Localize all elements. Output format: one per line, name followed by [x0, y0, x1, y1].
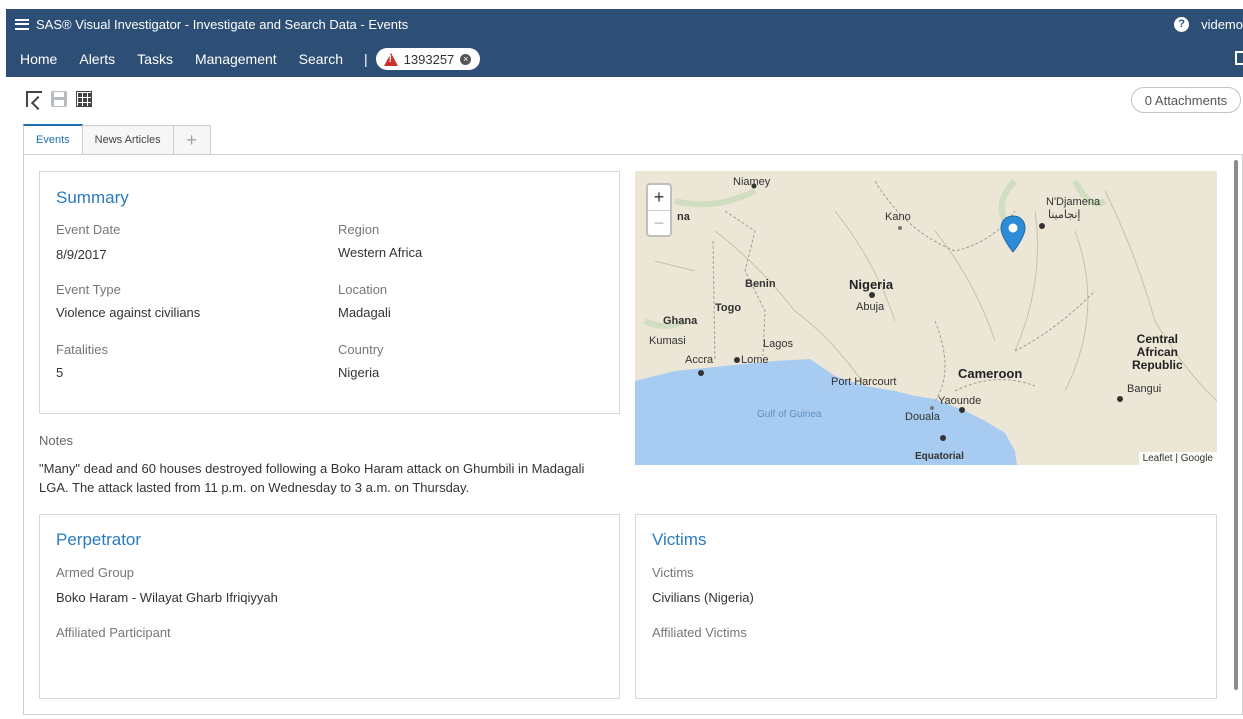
event-date-label: Event Date — [56, 222, 121, 237]
app-title: SAS® Visual Investigator - Investigate a… — [36, 16, 409, 32]
close-icon[interactable]: × — [460, 53, 472, 65]
armed-group-label: Armed Group — [56, 565, 135, 580]
panel-toggle-icon[interactable] — [1235, 51, 1243, 65]
alert-warning-icon — [383, 52, 398, 66]
map-label-abuja: Abuja — [856, 301, 885, 313]
map-label-cameroon: Cameroon — [958, 366, 1023, 381]
nav-tasks[interactable]: Tasks — [137, 51, 173, 67]
user-area: ? videmo — [1174, 9, 1243, 39]
nav-search[interactable]: Search — [299, 51, 343, 67]
tab-events[interactable]: Events — [23, 124, 83, 154]
map-label-accra: Accra — [685, 354, 714, 366]
tab-news-articles[interactable]: News Articles — [81, 125, 174, 154]
region-value: Western Africa — [338, 245, 423, 260]
notes-text: "Many" dead and 60 houses destroyed foll… — [39, 461, 585, 495]
zoom-out-button[interactable]: − — [648, 210, 670, 235]
zoom-in-button[interactable]: + — [648, 185, 670, 210]
map-label-niamey: Niamey — [733, 176, 771, 188]
event-map[interactable]: Niamey Kano N'Djamena إنجامينا na Nigeri… — [635, 171, 1217, 465]
tab-bar: Events News Articles + — [23, 124, 211, 154]
map-label-na: na — [677, 211, 690, 223]
map-label-car-line-3: Republic — [1132, 358, 1183, 372]
user-name[interactable]: videmo — [1201, 17, 1243, 32]
event-date-value: 8/9/2017 — [56, 247, 107, 262]
map-label-ghana: Ghana — [663, 315, 698, 327]
map-label-kumasi: Kumasi — [649, 335, 686, 347]
map-label-togo: Togo — [715, 302, 742, 314]
map-label-douala: Douala — [905, 411, 940, 423]
fatalities-value: 5 — [56, 365, 64, 380]
victims-label: Victims — [652, 565, 694, 580]
fatalities-label: Fatalities — [56, 342, 109, 357]
main-nav: Home Alerts Tasks Management Search | 13… — [6, 45, 1243, 73]
nav-separator: | — [364, 51, 368, 67]
layout-icon[interactable] — [76, 91, 92, 107]
map-marker-icon[interactable] — [1000, 215, 1026, 253]
map-label-ndjamena: N'Djamena — [1046, 196, 1101, 208]
map-label-car-line-1: Central — [1136, 332, 1178, 346]
perpetrator-title: Perpetrator — [56, 530, 142, 549]
title-bar: SAS® Visual Investigator - Investigate a… — [6, 9, 1243, 39]
victims-card: Victims Victims Civilians (Nigeria) Affi… — [635, 514, 1217, 699]
hamburger-menu-icon[interactable] — [15, 18, 29, 30]
map-label-lagos: Lagos — [763, 338, 793, 350]
attachments-button[interactable]: 0 Attachments — [1131, 87, 1241, 113]
map-label-gulf: Gulf of Guinea — [757, 409, 822, 420]
map-label-lome: Lome — [741, 354, 769, 366]
map-attribution[interactable]: Leaflet | Google — [1138, 452, 1217, 465]
map-zoom-control: + − — [646, 183, 672, 237]
region-label: Region — [338, 222, 380, 237]
select-icon[interactable] — [26, 91, 42, 107]
map-label-kano: Kano — [885, 211, 911, 223]
location-value: Madagali — [338, 305, 391, 320]
summary-title: Summary — [56, 188, 129, 207]
perpetrator-card: Perpetrator Armed Group Boko Haram - Wil… — [39, 514, 620, 699]
event-type-label: Event Type — [56, 282, 121, 297]
app-header: SAS® Visual Investigator - Investigate a… — [6, 9, 1243, 77]
armed-group-value: Boko Haram - Wilayat Gharb Ifriqiyyah — [56, 590, 278, 605]
victims-title: Victims — [652, 530, 707, 549]
map-label-yaounde: Yaounde — [938, 395, 982, 407]
notes-label: Notes — [39, 433, 73, 448]
map-label-ndjamena-ar: إنجامينا — [1048, 209, 1081, 221]
nav-management[interactable]: Management — [195, 51, 277, 67]
map-label-nigeria: Nigeria — [849, 277, 894, 292]
map-label-equatorial: Equatorial — [915, 451, 964, 462]
map-label-bangui: Bangui — [1127, 383, 1162, 395]
help-icon[interactable]: ? — [1174, 16, 1190, 32]
nav-home[interactable]: Home — [20, 51, 57, 67]
affiliated-victims-label: Affiliated Victims — [652, 625, 747, 640]
affiliated-participant-label: Affiliated Participant — [56, 625, 171, 640]
location-label: Location — [338, 282, 388, 297]
add-tab-button[interactable]: + — [172, 125, 211, 154]
country-value: Nigeria — [338, 365, 380, 380]
map-label-car: Central African Republic — [1132, 333, 1183, 372]
map-label-benin: Benin — [745, 278, 776, 290]
nav-alerts[interactable]: Alerts — [79, 51, 115, 67]
document-toolbar — [26, 90, 101, 108]
event-type-value: Violence against civilians — [56, 305, 201, 320]
summary-card: Summary Event Date 8/9/2017 Event Type V… — [39, 171, 620, 414]
country-label: Country — [338, 342, 384, 357]
scrollbar[interactable] — [1234, 160, 1238, 690]
victims-value: Civilians (Nigeria) — [652, 590, 754, 605]
save-icon[interactable] — [51, 91, 67, 107]
open-case-tab[interactable]: 1393257 × — [375, 48, 481, 70]
map-label-port-harcourt: Port Harcourt — [831, 376, 897, 388]
case-number: 1393257 — [403, 51, 455, 67]
map-label-car-line-2: African — [1136, 345, 1178, 359]
